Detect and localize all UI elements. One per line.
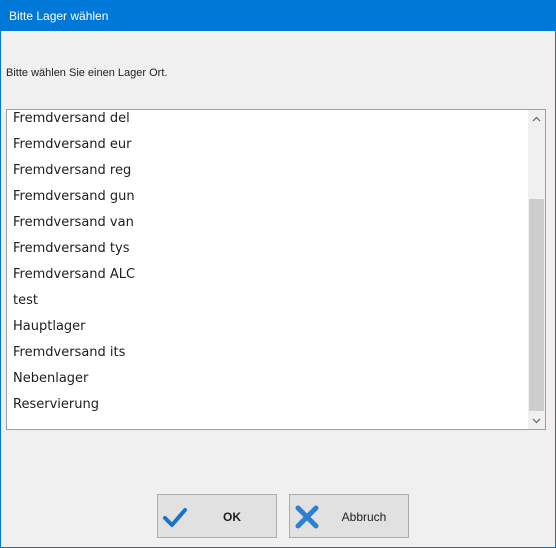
checkmark-icon — [163, 508, 187, 527]
prompt-text: Bitte wählen Sie einen Lager Ort. — [6, 67, 168, 79]
list-item[interactable]: Fremdversand del — [7, 110, 527, 132]
cancel-button[interactable]: Abbruch — [289, 494, 409, 538]
list-item[interactable]: Fremdversand van — [7, 210, 527, 236]
dialog-window: Bitte Lager wählen Bitte wählen Sie eine… — [0, 0, 556, 548]
list-item[interactable]: Nebenlager — [7, 366, 527, 392]
dialog-client-area: Bitte wählen Sie einen Lager Ort. Fremdv… — [1, 31, 555, 547]
list-item[interactable]: Fremdversand gun — [7, 184, 527, 210]
list-item[interactable]: Reservierung — [7, 392, 527, 418]
scroll-down-button[interactable] — [528, 412, 545, 429]
list-items: Fremdversand del Fremdversand eur Fremdver… — [7, 110, 527, 418]
window-title: Bitte Lager wählen — [9, 9, 109, 23]
list-item[interactable]: test — [7, 288, 527, 314]
list-item[interactable]: Hauptlager — [7, 314, 527, 340]
cancel-button-label: Abbruch — [341, 510, 387, 524]
ok-button-label: OK — [223, 510, 241, 524]
x-icon — [295, 505, 319, 529]
scroll-up-button[interactable] — [528, 110, 545, 127]
list-item[interactable]: Fremdversand its — [7, 340, 527, 366]
vertical-scrollbar[interactable] — [528, 110, 545, 429]
storage-location-listbox[interactable]: Fremdversand del Fremdversand eur Fremdver… — [6, 109, 546, 430]
ok-button[interactable]: OK — [157, 494, 277, 538]
list-item[interactable]: Fremdversand eur — [7, 132, 527, 158]
title-bar[interactable]: Bitte Lager wählen — [0, 0, 556, 31]
list-item[interactable]: Fremdversand reg — [7, 158, 527, 184]
list-item[interactable]: Fremdversand ALC — [7, 262, 527, 288]
list-item[interactable]: Fremdversand tys — [7, 236, 527, 262]
chevron-up-icon — [532, 116, 541, 121]
scrollbar-thumb[interactable] — [529, 199, 544, 411]
chevron-down-icon — [532, 418, 541, 423]
